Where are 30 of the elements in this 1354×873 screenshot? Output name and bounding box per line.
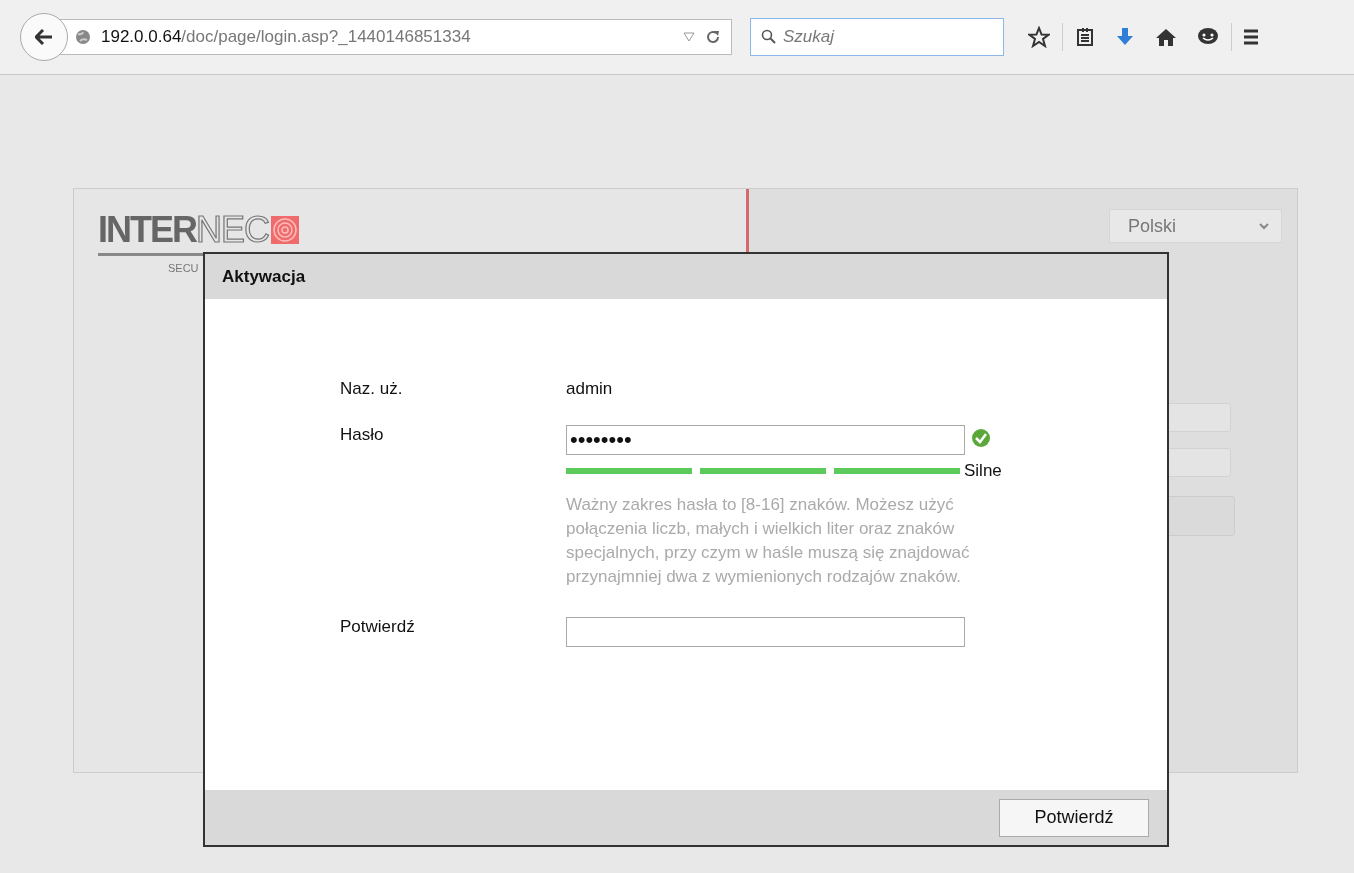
strength-label: Silne: [964, 461, 1002, 481]
dropdown-icon[interactable]: [683, 32, 695, 42]
confirm-button[interactable]: Potwierdź: [999, 798, 1149, 837]
globe-icon: [75, 29, 91, 45]
language-select[interactable]: Polski: [1109, 209, 1282, 243]
back-button[interactable]: [20, 13, 68, 61]
address-bar[interactable]: 192.0.0.64/doc/page/login.asp?_1440146851334: [60, 19, 732, 55]
url-text: 192.0.0.64/doc/page/login.asp?_1440146851334: [101, 27, 472, 47]
logo-mark-icon: [271, 216, 299, 244]
reload-icon[interactable]: [705, 29, 721, 45]
search-field[interactable]: Szukaj: [750, 18, 1004, 56]
reading-list-icon[interactable]: [1075, 27, 1095, 47]
confirm-field[interactable]: [566, 617, 965, 647]
logo-tagline: SECU: [168, 262, 199, 274]
chevron-icon: [1259, 222, 1269, 230]
password-field[interactable]: ••••••••: [566, 425, 965, 455]
logo-text: NEC: [196, 209, 269, 251]
chat-icon[interactable]: [1197, 27, 1219, 47]
search-icon: [761, 29, 777, 45]
username-value: admin: [566, 379, 613, 399]
password-label: Hasło: [340, 425, 385, 445]
back-arrow-icon: [35, 29, 53, 45]
password-hint: Ważny zakres hasła to [8-16] znaków. Możesz użyć połączenia liczb, małych i wielkich liter oraz znaków specjalnych, przy czym w haśle muszą się znajdować przynajmniej dwa z wymienionych rodzajów znaków.: [566, 494, 971, 588]
dialog-title: Aktywacja: [222, 266, 306, 287]
confirm-label: Potwierdź: [340, 617, 416, 637]
home-icon[interactable]: [1155, 27, 1177, 47]
logo-text: INTER: [98, 209, 196, 251]
star-icon[interactable]: [1028, 26, 1050, 48]
username-label: Naz. uż.: [340, 379, 404, 399]
menu-icon[interactable]: [1244, 28, 1258, 46]
